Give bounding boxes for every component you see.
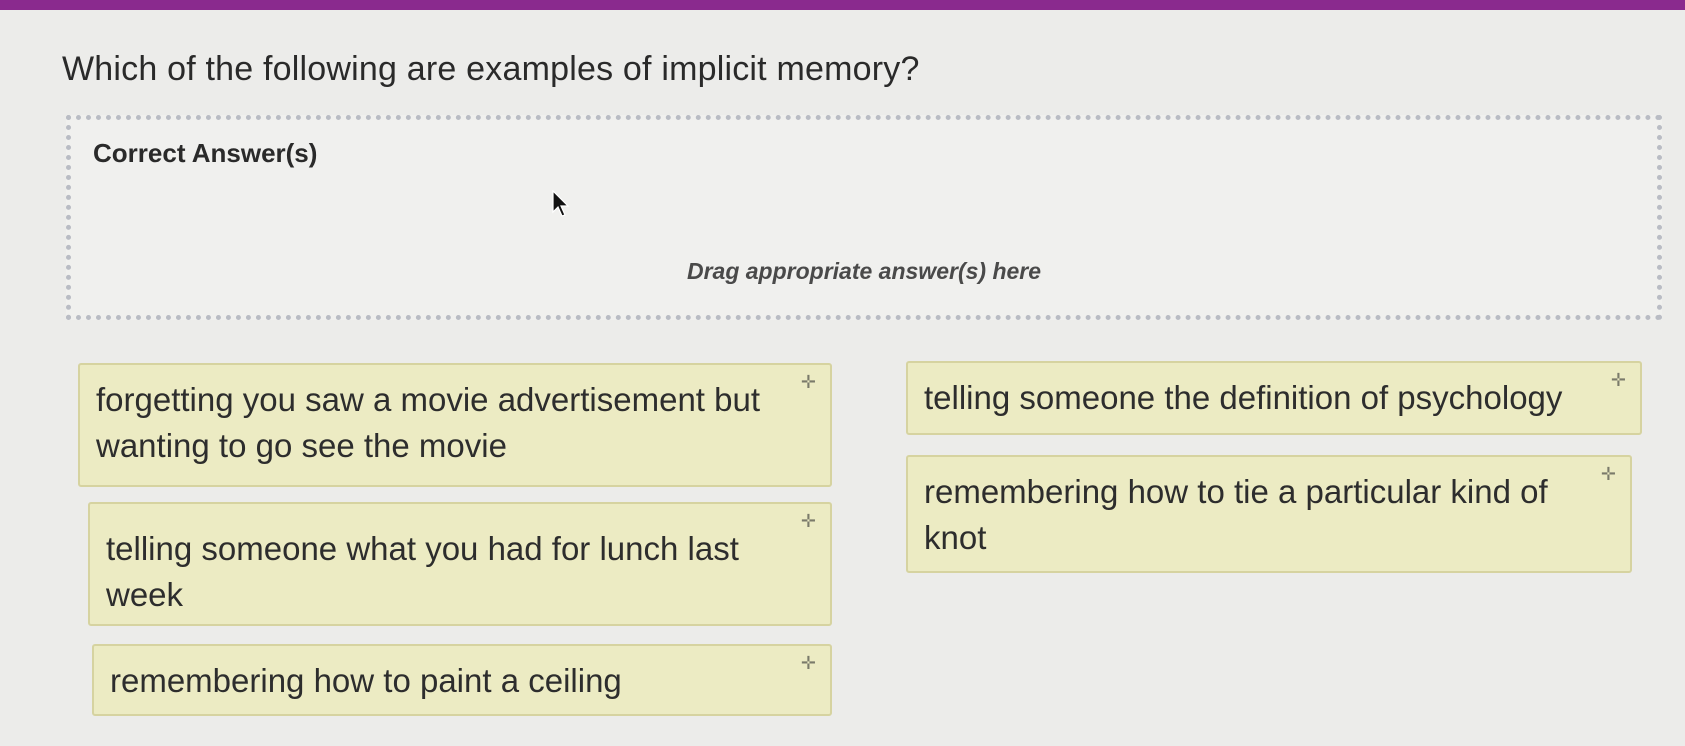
answer-card-text: telling someone the definition of psycho… <box>924 379 1563 416</box>
top-accent-bar <box>0 0 1685 10</box>
answer-drop-zone[interactable]: Correct Answer(s) Drag appropriate answe… <box>66 115 1662 320</box>
answer-card-text: forgetting you saw a movie advertisement… <box>96 381 761 464</box>
move-icon[interactable]: ✛ <box>801 654 816 672</box>
answer-card-text: telling someone what you had for lunch l… <box>106 530 739 613</box>
answer-card-text: remembering how to tie a particular kind… <box>924 473 1548 556</box>
mouse-pointer-icon <box>552 190 570 217</box>
answer-card[interactable]: telling someone what you had for lunch l… <box>88 502 832 626</box>
answer-card[interactable]: telling someone the definition of psycho… <box>906 361 1642 435</box>
move-icon[interactable]: ✛ <box>801 373 816 391</box>
drop-zone-title: Correct Answer(s) <box>93 138 318 168</box>
move-icon[interactable]: ✛ <box>801 512 816 530</box>
question-text: Which of the following are examples of i… <box>62 50 920 88</box>
answer-card-text: remembering how to paint a ceiling <box>110 662 622 699</box>
answer-card[interactable]: remembering how to tie a particular kind… <box>906 455 1632 573</box>
move-icon[interactable]: ✛ <box>1601 465 1616 483</box>
drop-zone-hint: Drag appropriate answer(s) here <box>686 258 1042 284</box>
answer-card[interactable]: forgetting you saw a movie advertisement… <box>78 363 832 487</box>
move-icon[interactable]: ✛ <box>1611 371 1626 389</box>
answer-card[interactable]: remembering how to paint a ceiling ✛ <box>92 644 832 716</box>
